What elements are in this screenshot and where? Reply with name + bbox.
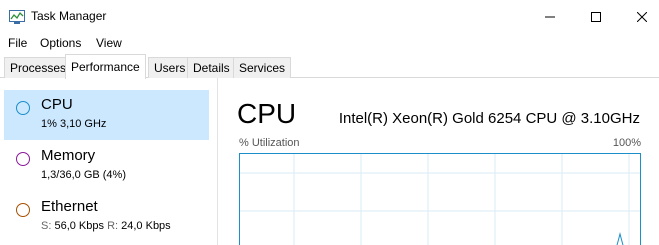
close-button[interactable] bbox=[619, 0, 659, 33]
utilization-max-label: 100% bbox=[612, 137, 641, 149]
ethernet-indicator-icon bbox=[16, 203, 30, 217]
resource-item-cpu[interactable]: CPU 1% 3,10 GHz bbox=[4, 90, 209, 140]
resource-name: Memory bbox=[41, 147, 96, 164]
tab-strip: Processes Performance Users Details Serv… bbox=[0, 54, 659, 79]
resource-detail: S: 56,0 Kbps R: 24,0 Kbps bbox=[41, 220, 171, 232]
resource-item-ethernet[interactable]: Ethernet S: 56,0 Kbps R: 24,0 Kbps bbox=[4, 192, 209, 242]
resource-list: CPU 1% 3,10 GHz Memory 1,3/36,0 GB (4%) … bbox=[0, 78, 217, 245]
resource-detail: 1% 3,10 GHz bbox=[41, 118, 107, 130]
resource-name: CPU bbox=[41, 96, 73, 113]
menu-file[interactable]: File bbox=[8, 36, 27, 50]
send-label: S: bbox=[41, 220, 52, 232]
receive-value: 24,0 Kbps bbox=[121, 220, 171, 232]
maximize-icon bbox=[591, 11, 601, 22]
tab-details[interactable]: Details bbox=[187, 57, 236, 78]
tab-performance[interactable]: Performance bbox=[65, 54, 146, 79]
cpu-model-name: Intel(R) Xeon(R) Gold 6254 CPU @ 3.10GHz bbox=[338, 110, 640, 127]
resource-item-memory[interactable]: Memory 1,3/36,0 GB (4%) bbox=[4, 141, 209, 191]
resource-name: Ethernet bbox=[41, 198, 98, 215]
maximize-button[interactable] bbox=[573, 0, 619, 33]
menu-view[interactable]: View bbox=[96, 36, 122, 50]
cpu-utilization-graph bbox=[239, 153, 641, 245]
task-manager-icon bbox=[9, 10, 25, 24]
utilization-label: % Utilization bbox=[239, 137, 300, 149]
memory-indicator-icon bbox=[16, 152, 30, 166]
send-value: 56,0 Kbps bbox=[54, 220, 105, 232]
minimize-button[interactable] bbox=[527, 0, 573, 33]
minimize-icon bbox=[545, 16, 555, 17]
close-icon bbox=[637, 11, 647, 22]
graph-grid bbox=[240, 154, 640, 245]
menu-bar: File Options View bbox=[0, 33, 659, 54]
tab-processes[interactable]: Processes bbox=[4, 57, 73, 78]
menu-options[interactable]: Options bbox=[40, 36, 81, 50]
detail-pane: CPU Intel(R) Xeon(R) Gold 6254 CPU @ 3.1… bbox=[218, 78, 659, 245]
resource-detail: 1,3/36,0 GB (4%) bbox=[41, 169, 126, 181]
tab-users[interactable]: Users bbox=[148, 57, 192, 78]
tab-services[interactable]: Services bbox=[233, 57, 292, 78]
detail-title: CPU bbox=[237, 98, 297, 129]
cpu-indicator-icon bbox=[16, 101, 30, 115]
receive-label: R: bbox=[107, 220, 119, 232]
window-title: Task Manager bbox=[31, 9, 107, 23]
title-bar: Task Manager bbox=[0, 0, 659, 33]
